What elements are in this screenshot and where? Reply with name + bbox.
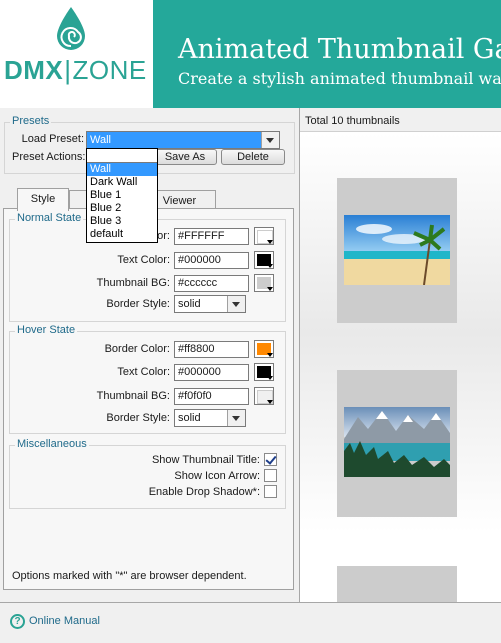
chevron-down-icon[interactable] [227,410,245,426]
presets-title: Presets [10,115,52,127]
preset-option-dark-wall[interactable]: Dark Wall [87,176,157,189]
load-preset-select[interactable]: Wall [86,131,280,149]
normal-border-color-input[interactable]: #FFFFFF [174,228,249,245]
normal-border-style-label: Border Style: [106,298,170,310]
preset-option-blue-3[interactable]: Blue 3 [87,215,157,228]
hover-text-color-picker[interactable] [254,363,274,381]
header-banner: DMX|ZONE Animated Thumbnail Gal Create a… [0,0,501,108]
thumbnail-wall[interactable] [300,133,501,602]
normal-state-title: Normal State [15,212,84,224]
hover-border-style-select[interactable]: solid [174,409,246,427]
normal-border-color-picker[interactable] [254,227,274,245]
hover-thumb-bg-label: Thumbnail BG: [96,390,170,402]
hover-text-color-input[interactable]: #000000 [174,364,249,381]
thumbnail-count: Total 10 thumbnails [300,108,501,132]
hover-text-color-label: Text Color: [117,366,170,378]
drop-shadow-checkbox[interactable] [264,485,277,498]
show-arrow-checkbox[interactable] [264,469,277,482]
help-icon[interactable]: ? [10,614,25,629]
preview-panel: Total 10 thumbnails [300,108,501,602]
hover-border-color-label: Border Color: [104,343,170,355]
preset-option-default[interactable]: default [87,228,157,241]
load-preset-label: Load Preset: [21,133,84,145]
water-drop-logo-icon [57,7,85,50]
delete-button[interactable]: Delete [221,149,285,165]
preset-option-wall[interactable]: Wall [87,163,157,176]
normal-thumb-bg-picker[interactable] [254,274,274,292]
misc-title: Miscellaneous [15,438,89,450]
hover-border-style-label: Border Style: [106,412,170,424]
hover-border-color-picker[interactable] [254,340,274,358]
thumbnail-card[interactable] [337,370,457,517]
logo-wordmark: DMX|ZONE [4,55,147,85]
chevron-down-icon[interactable] [227,296,245,312]
thumbnail-card[interactable] [337,178,457,323]
hover-state-title: Hover State [15,324,78,336]
online-manual-link[interactable]: Online Manual [29,615,100,627]
preset-option-blue-2[interactable]: Blue 2 [87,202,157,215]
drop-shadow-label: Enable Drop Shadow*: [148,486,260,498]
preset-option-blue-1[interactable]: Blue 1 [87,189,157,202]
page-subtitle: Create a stylish animated thumbnail wall… [178,69,501,88]
hover-border-style-value: solid [178,412,201,424]
hover-thumb-bg-input[interactable]: #f0f0f0 [174,388,249,405]
show-arrow-label: Show Icon Arrow: [174,470,260,482]
show-title-label: Show Thumbnail Title: [151,454,260,466]
save-as-button[interactable]: Save As [153,149,217,165]
logo: DMX|ZONE [0,0,153,108]
normal-text-color-input[interactable]: #000000 [174,252,249,269]
mountain-lake-photo [344,407,450,477]
normal-border-style-value: solid [178,298,201,310]
hover-border-color-input[interactable]: #ff8800 [174,341,249,358]
preset-dropdown-list[interactable]: Wall Dark Wall Blue 1 Blue 2 Blue 3 defa… [86,148,158,243]
chevron-down-icon[interactable] [261,132,279,148]
beach-photo [344,215,450,285]
normal-text-color-picker[interactable] [254,251,274,269]
hover-thumb-bg-picker[interactable] [254,387,274,405]
show-title-checkbox[interactable] [264,453,277,466]
load-preset-value: Wall [90,134,111,146]
thumbnail-card[interactable] [337,566,457,602]
normal-border-style-select[interactable]: solid [174,295,246,313]
page-title: Animated Thumbnail Gal [178,34,501,65]
preset-actions-label: Preset Actions: [12,151,86,163]
tab-style[interactable]: Style [17,188,69,211]
tab-panel: Normal State or: #FFFFFF Text Color: #00… [3,208,294,590]
footer: ? Online Manual [0,602,501,643]
normal-text-color-label: Text Color: [117,254,170,266]
normal-thumb-bg-input[interactable]: #cccccc [174,275,249,292]
normal-thumb-bg-label: Thumbnail BG: [96,277,170,289]
browser-note: Options marked with "*" are browser depe… [12,570,247,582]
